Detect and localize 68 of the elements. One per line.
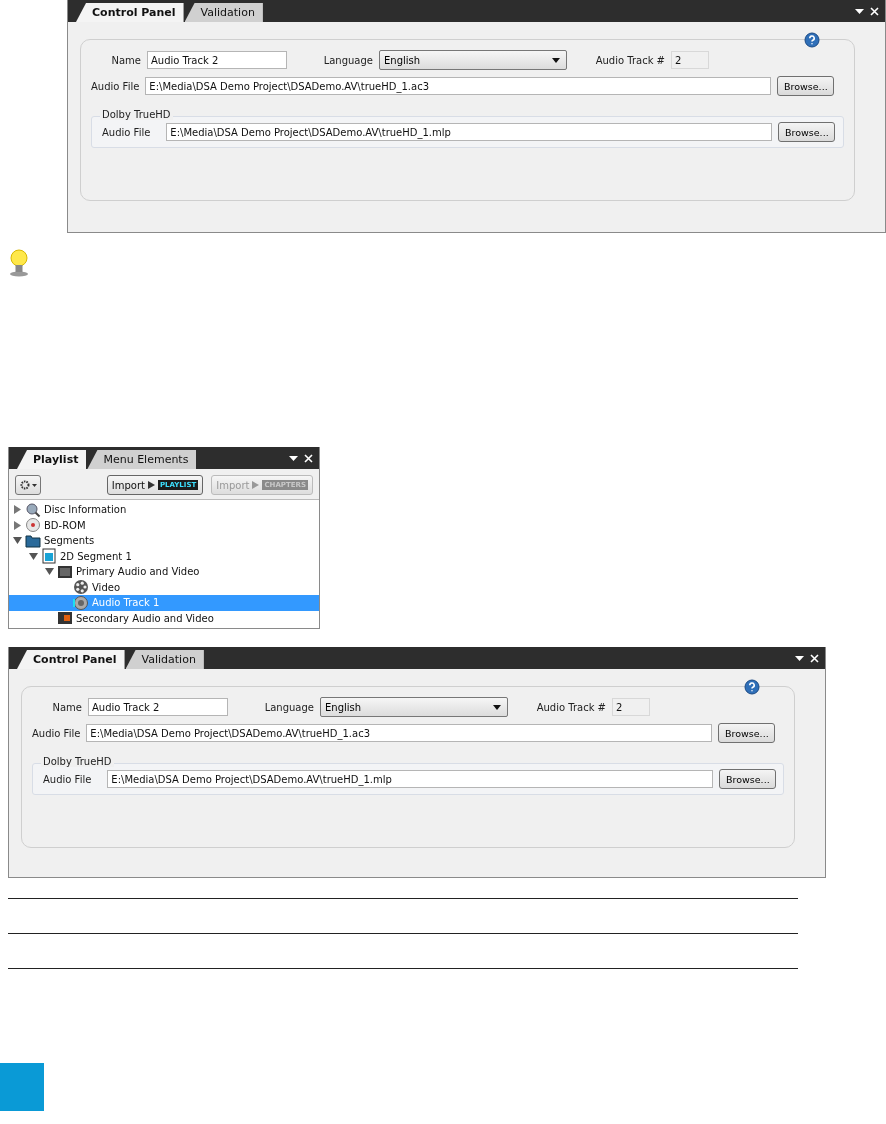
tree-item[interactable]: 2D Segment 1 bbox=[9, 548, 319, 564]
monitor-icon bbox=[57, 563, 73, 580]
close-icon[interactable] bbox=[810, 653, 819, 663]
close-icon[interactable] bbox=[870, 6, 879, 16]
dropdown-caret-icon[interactable] bbox=[795, 655, 804, 661]
browse-button[interactable]: Browse... bbox=[719, 769, 777, 789]
tree-item[interactable]: Video bbox=[9, 579, 319, 595]
expand-arrow-icon[interactable] bbox=[13, 505, 22, 515]
tree-item[interactable]: BD-ROM bbox=[9, 517, 319, 533]
language-dropdown[interactable]: English bbox=[379, 50, 567, 70]
tree-item[interactable]: Secondary Audio and Video bbox=[9, 610, 319, 626]
dropdown-caret-icon bbox=[493, 704, 501, 710]
play-arrow-icon bbox=[252, 481, 260, 489]
dropdown-caret-icon bbox=[31, 483, 37, 487]
name-label: Name bbox=[110, 54, 141, 66]
browse-button[interactable]: Browse... bbox=[777, 76, 835, 96]
audio-file-field[interactable]: E:\Media\DSA Demo Project\DSADemo.AV\trueHD_1.mlp bbox=[107, 770, 714, 788]
tab[interactable]: Validation bbox=[184, 3, 263, 22]
tab[interactable]: Menu Elements bbox=[87, 450, 197, 469]
monitor-icon bbox=[57, 610, 73, 627]
tab[interactable]: Control Panel bbox=[17, 650, 125, 669]
clapperboard-icon bbox=[41, 548, 57, 565]
audio-file-label: Audio File bbox=[32, 727, 81, 739]
disc-icon bbox=[25, 517, 41, 534]
collapse-arrow-icon[interactable] bbox=[13, 536, 22, 546]
play-arrow-icon bbox=[147, 481, 155, 489]
audio-track-number-label: Audio Track # bbox=[535, 701, 606, 713]
folder-icon bbox=[25, 532, 41, 549]
dropdown-caret-icon bbox=[552, 57, 560, 63]
expand-arrow-icon[interactable] bbox=[13, 520, 22, 530]
audio-file-field[interactable]: E:\Media\DSA Demo Project\DSADemo.AV\trueHD_1.ac3 bbox=[145, 77, 772, 95]
help-icon[interactable] bbox=[804, 32, 820, 48]
collapse-arrow-icon[interactable] bbox=[29, 551, 38, 561]
magnifier-icon bbox=[25, 501, 41, 518]
tree-item[interactable]: Segments bbox=[9, 533, 319, 549]
tree-item[interactable]: Primary Audio and Video bbox=[9, 564, 319, 580]
audio-file-label: Audio File bbox=[91, 80, 140, 92]
help-icon[interactable] bbox=[744, 679, 760, 695]
dropdown-caret-icon[interactable] bbox=[289, 455, 298, 461]
language-label: Language bbox=[263, 701, 314, 713]
tab[interactable]: Validation bbox=[125, 650, 204, 669]
audio-file-field[interactable]: E:\Media\DSA Demo Project\DSADemo.AV\trueHD_1.ac3 bbox=[86, 724, 713, 742]
name-field[interactable]: Audio Track 2 bbox=[88, 698, 228, 716]
name-field[interactable]: Audio Track 2 bbox=[147, 51, 287, 69]
group-title: Dolby TrueHD bbox=[41, 756, 114, 767]
settings-button[interactable] bbox=[15, 475, 41, 495]
language-dropdown[interactable]: English bbox=[320, 697, 508, 717]
browse-button[interactable]: Browse... bbox=[718, 723, 776, 743]
tab[interactable]: Playlist bbox=[17, 450, 87, 469]
audio-file-field[interactable]: E:\Media\DSA Demo Project\DSADemo.AV\trueHD_1.mlp bbox=[166, 123, 773, 141]
dropdown-caret-icon[interactable] bbox=[855, 8, 864, 14]
group-title: Dolby TrueHD bbox=[100, 109, 173, 120]
speaker-icon bbox=[73, 594, 89, 611]
film-reel-icon bbox=[73, 579, 89, 596]
page-corner-marker bbox=[0, 1063, 44, 1111]
audio-file-label: Audio File bbox=[102, 126, 151, 138]
settings-icon bbox=[19, 480, 30, 490]
tree-item[interactable]: Disc Information bbox=[9, 502, 319, 518]
audio-track-number-field: 2 bbox=[671, 51, 709, 69]
language-label: Language bbox=[322, 54, 373, 66]
audio-track-number-label: Audio Track # bbox=[594, 54, 665, 66]
close-icon[interactable] bbox=[304, 453, 313, 463]
browse-button[interactable]: Browse... bbox=[778, 122, 836, 142]
audio-track-number-field: 2 bbox=[612, 698, 650, 716]
collapse-arrow-icon[interactable] bbox=[45, 567, 54, 577]
audio-file-label: Audio File bbox=[43, 773, 92, 785]
name-label: Name bbox=[51, 701, 82, 713]
tab[interactable]: Control Panel bbox=[76, 3, 184, 22]
